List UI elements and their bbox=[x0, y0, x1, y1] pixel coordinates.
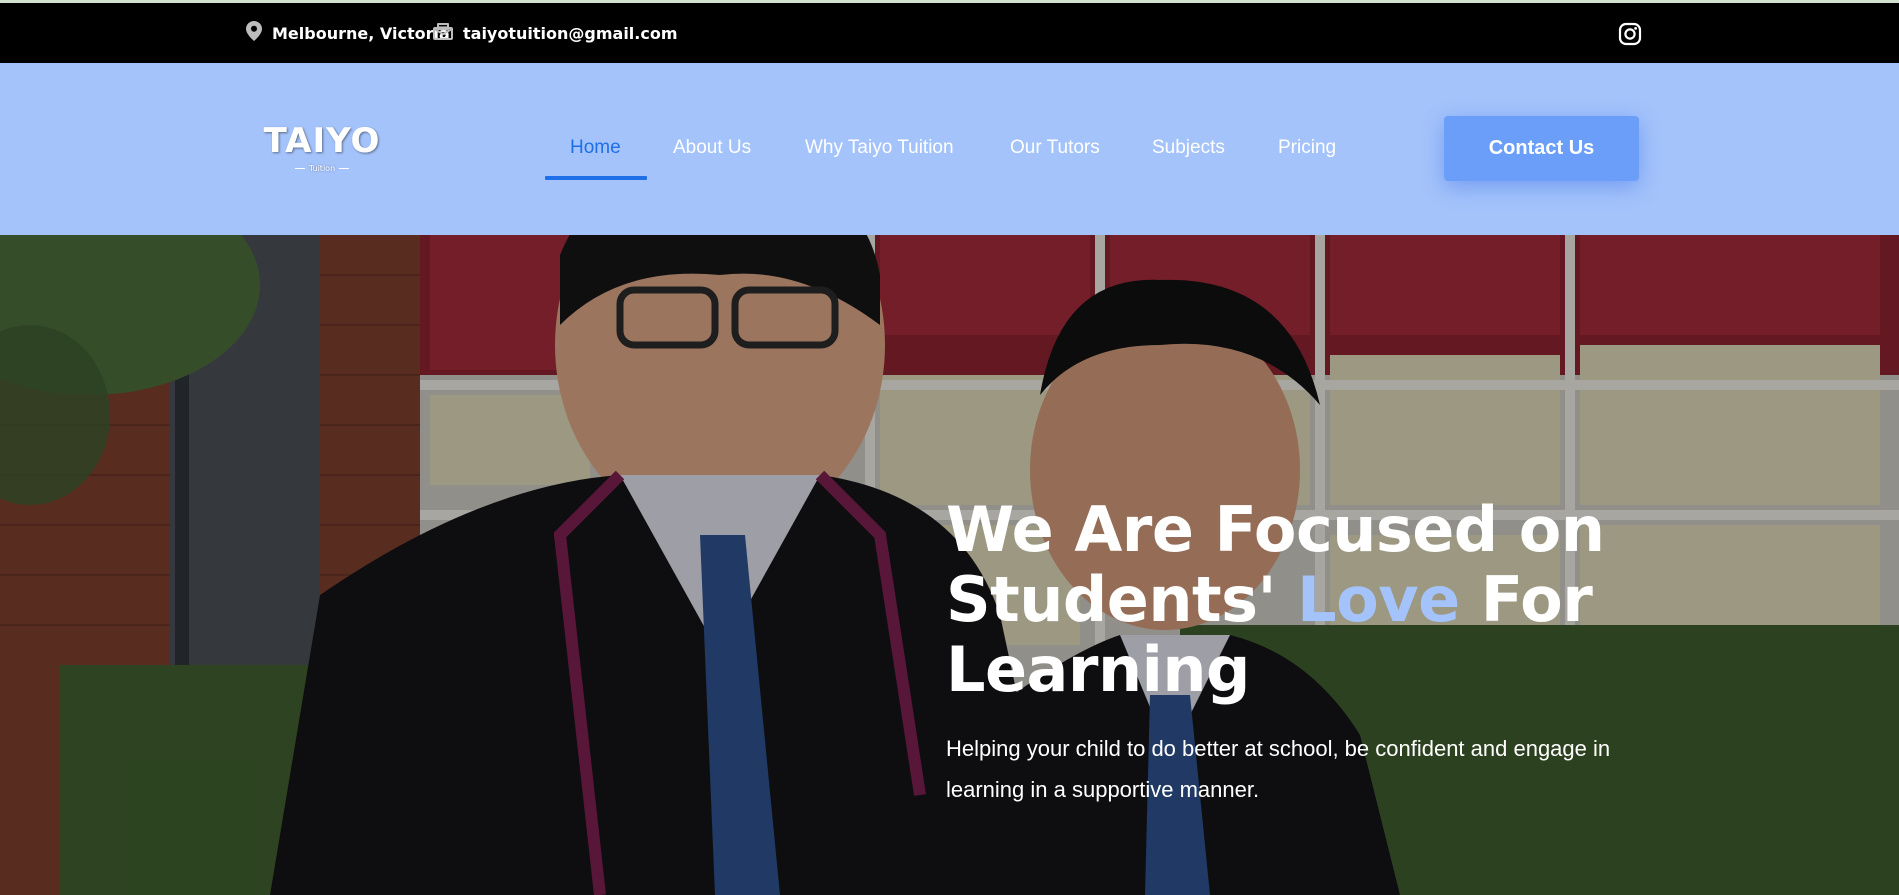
contact-us-button[interactable]: Contact Us bbox=[1444, 116, 1639, 181]
hero-heading: We Are Focused on Students' Love For Lea… bbox=[946, 495, 1666, 705]
active-nav-indicator bbox=[545, 176, 647, 180]
hero-subtext: Helping your child to do better at schoo… bbox=[946, 736, 1611, 802]
location-text: Melbourne, Victoria bbox=[272, 23, 450, 43]
nav-label: About Us bbox=[673, 137, 752, 158]
nav-item-our-tutors[interactable]: Our Tutors bbox=[985, 137, 1125, 171]
nav-label: Subjects bbox=[1152, 137, 1225, 158]
nav-label: Home bbox=[570, 137, 621, 158]
location-info: Melbourne, Victoria bbox=[246, 3, 450, 63]
site-logo[interactable]: TAIYO Tuition bbox=[262, 121, 382, 181]
nav-label: Our Tutors bbox=[1010, 137, 1100, 158]
email-text[interactable]: taiyotuition@gmail.com bbox=[463, 24, 678, 43]
page: Melbourne, Victoria taiyotuition@gmail.c… bbox=[0, 0, 1899, 895]
nav-item-pricing[interactable]: Pricing bbox=[1253, 137, 1361, 171]
nav-item-home[interactable]: Home bbox=[545, 137, 647, 180]
hero-heading-accent: Love bbox=[1297, 563, 1460, 636]
nav-item-about-us[interactable]: About Us bbox=[648, 137, 776, 171]
nav-item-why-taiyo-tuition[interactable]: Why Taiyo Tuition bbox=[780, 137, 979, 171]
instagram-icon[interactable] bbox=[1618, 22, 1642, 46]
nav-item-subjects[interactable]: Subjects bbox=[1127, 137, 1250, 171]
hero-section: We Are Focused on Students' Love For Lea… bbox=[0, 235, 1899, 895]
email-info[interactable]: taiyotuition@gmail.com bbox=[433, 3, 678, 63]
logo-subtitle: Tuition bbox=[262, 163, 382, 175]
site-header: TAIYO Tuition Home About Us Why Taiyo Tu… bbox=[0, 63, 1899, 235]
nav-label: Why Taiyo Tuition bbox=[805, 137, 954, 158]
top-contact-bar: Melbourne, Victoria taiyotuition@gmail.c… bbox=[0, 3, 1899, 63]
logo-title: TAIYO bbox=[263, 121, 381, 161]
map-pin-icon bbox=[246, 21, 262, 45]
nav-label: Pricing bbox=[1278, 137, 1337, 158]
envelope-icon bbox=[433, 22, 453, 44]
